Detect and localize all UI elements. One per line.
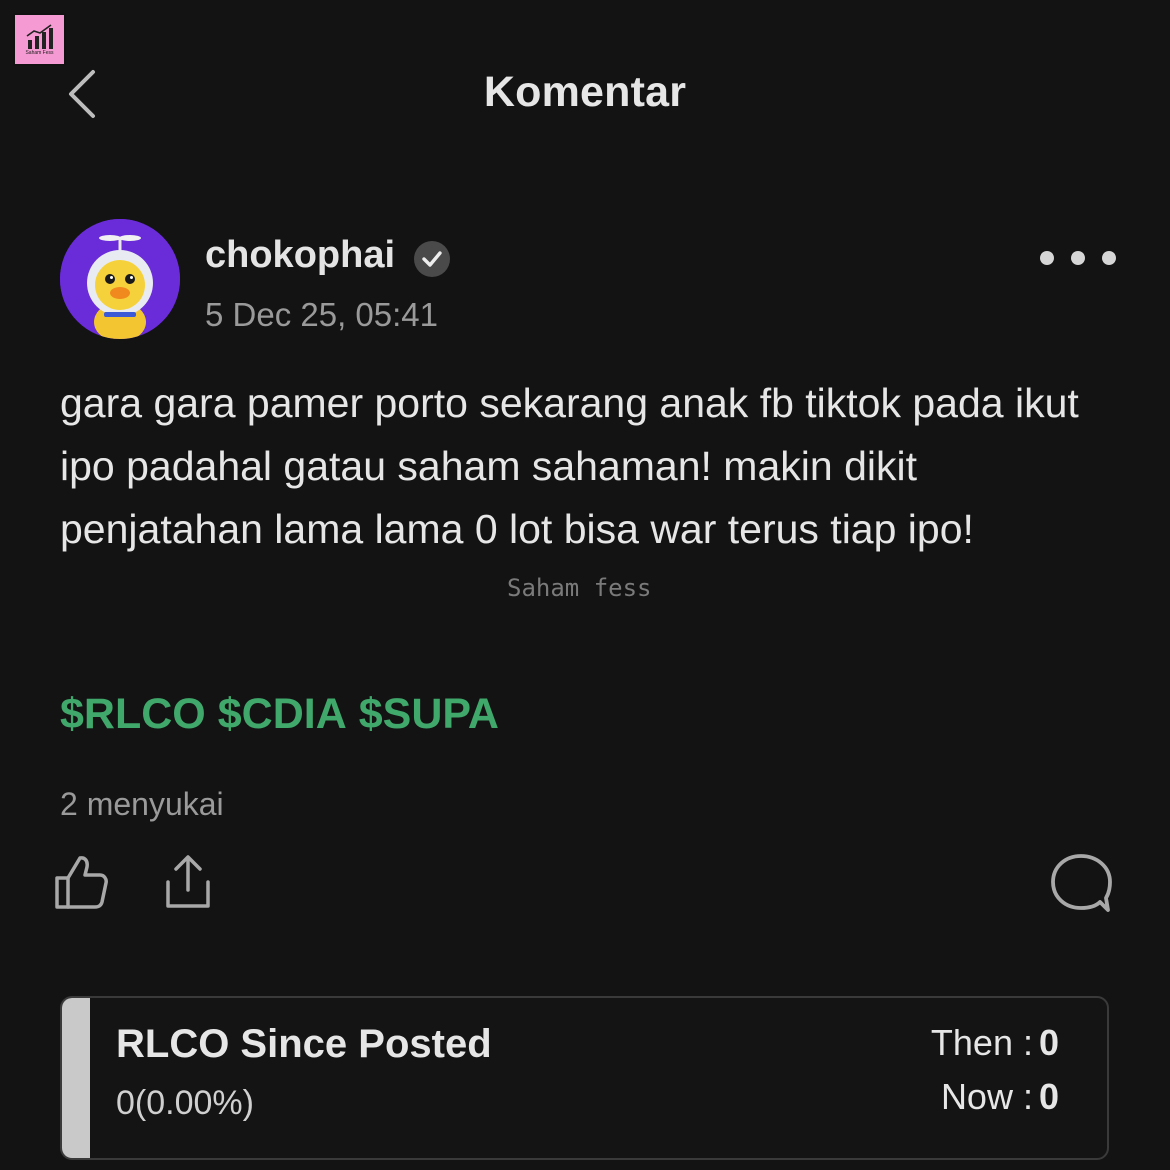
ticker-link[interactable]: $SUPA <box>359 690 499 738</box>
watermark-text: Saham fess <box>507 574 652 602</box>
then-label: Then : <box>930 1022 1033 1063</box>
share-icon <box>166 855 210 908</box>
now-label: Now : <box>940 1076 1033 1117</box>
since-posted-card[interactable]: RLCO Since Posted 0(0.00%) Then :0 Now :… <box>60 996 1109 1160</box>
logo-text: Saham Fess <box>25 49 54 56</box>
username[interactable]: chokophai <box>205 234 395 277</box>
ticker-link[interactable]: $RLCO <box>60 690 206 738</box>
more-dot-icon <box>1040 251 1054 265</box>
thumbs-up-icon <box>55 856 108 909</box>
avatar[interactable] <box>60 219 180 339</box>
price-change: 0(0.00%) <box>116 1084 254 1122</box>
duck-astronaut-avatar <box>60 219 180 339</box>
page-title: Komentar <box>483 68 687 116</box>
comment-button[interactable] <box>1048 852 1114 919</box>
now-value: 0 <box>1038 1076 1059 1117</box>
post-timestamp: 5 Dec 25, 05:41 <box>205 296 438 333</box>
verified-check-icon <box>414 241 450 277</box>
card-accent-bar <box>62 998 90 1158</box>
chart-bars-icon <box>26 23 53 49</box>
then-value: 0 <box>1038 1022 1059 1063</box>
card-title: RLCO Since Posted <box>116 1022 492 1066</box>
ticker-link[interactable]: $CDIA <box>218 690 347 738</box>
saham-fess-logo: Saham Fess <box>13 13 66 66</box>
post-body-text: gara gara pamer porto sekarang anak fb t… <box>60 380 1079 552</box>
likes-count[interactable]: 2 menyukai <box>60 786 224 823</box>
more-dot-icon <box>1071 251 1085 265</box>
now-price-row: Now :0 <box>941 1076 1059 1118</box>
more-options-button[interactable] <box>1040 240 1116 276</box>
then-price-row: Then :0 <box>931 1022 1059 1064</box>
ticker-tags: $RLCO $CDIA $SUPA <box>60 690 511 739</box>
comment-bubble-icon <box>1051 854 1112 912</box>
like-button[interactable] <box>52 852 110 917</box>
more-dot-icon <box>1102 251 1116 265</box>
share-button[interactable] <box>160 852 216 917</box>
